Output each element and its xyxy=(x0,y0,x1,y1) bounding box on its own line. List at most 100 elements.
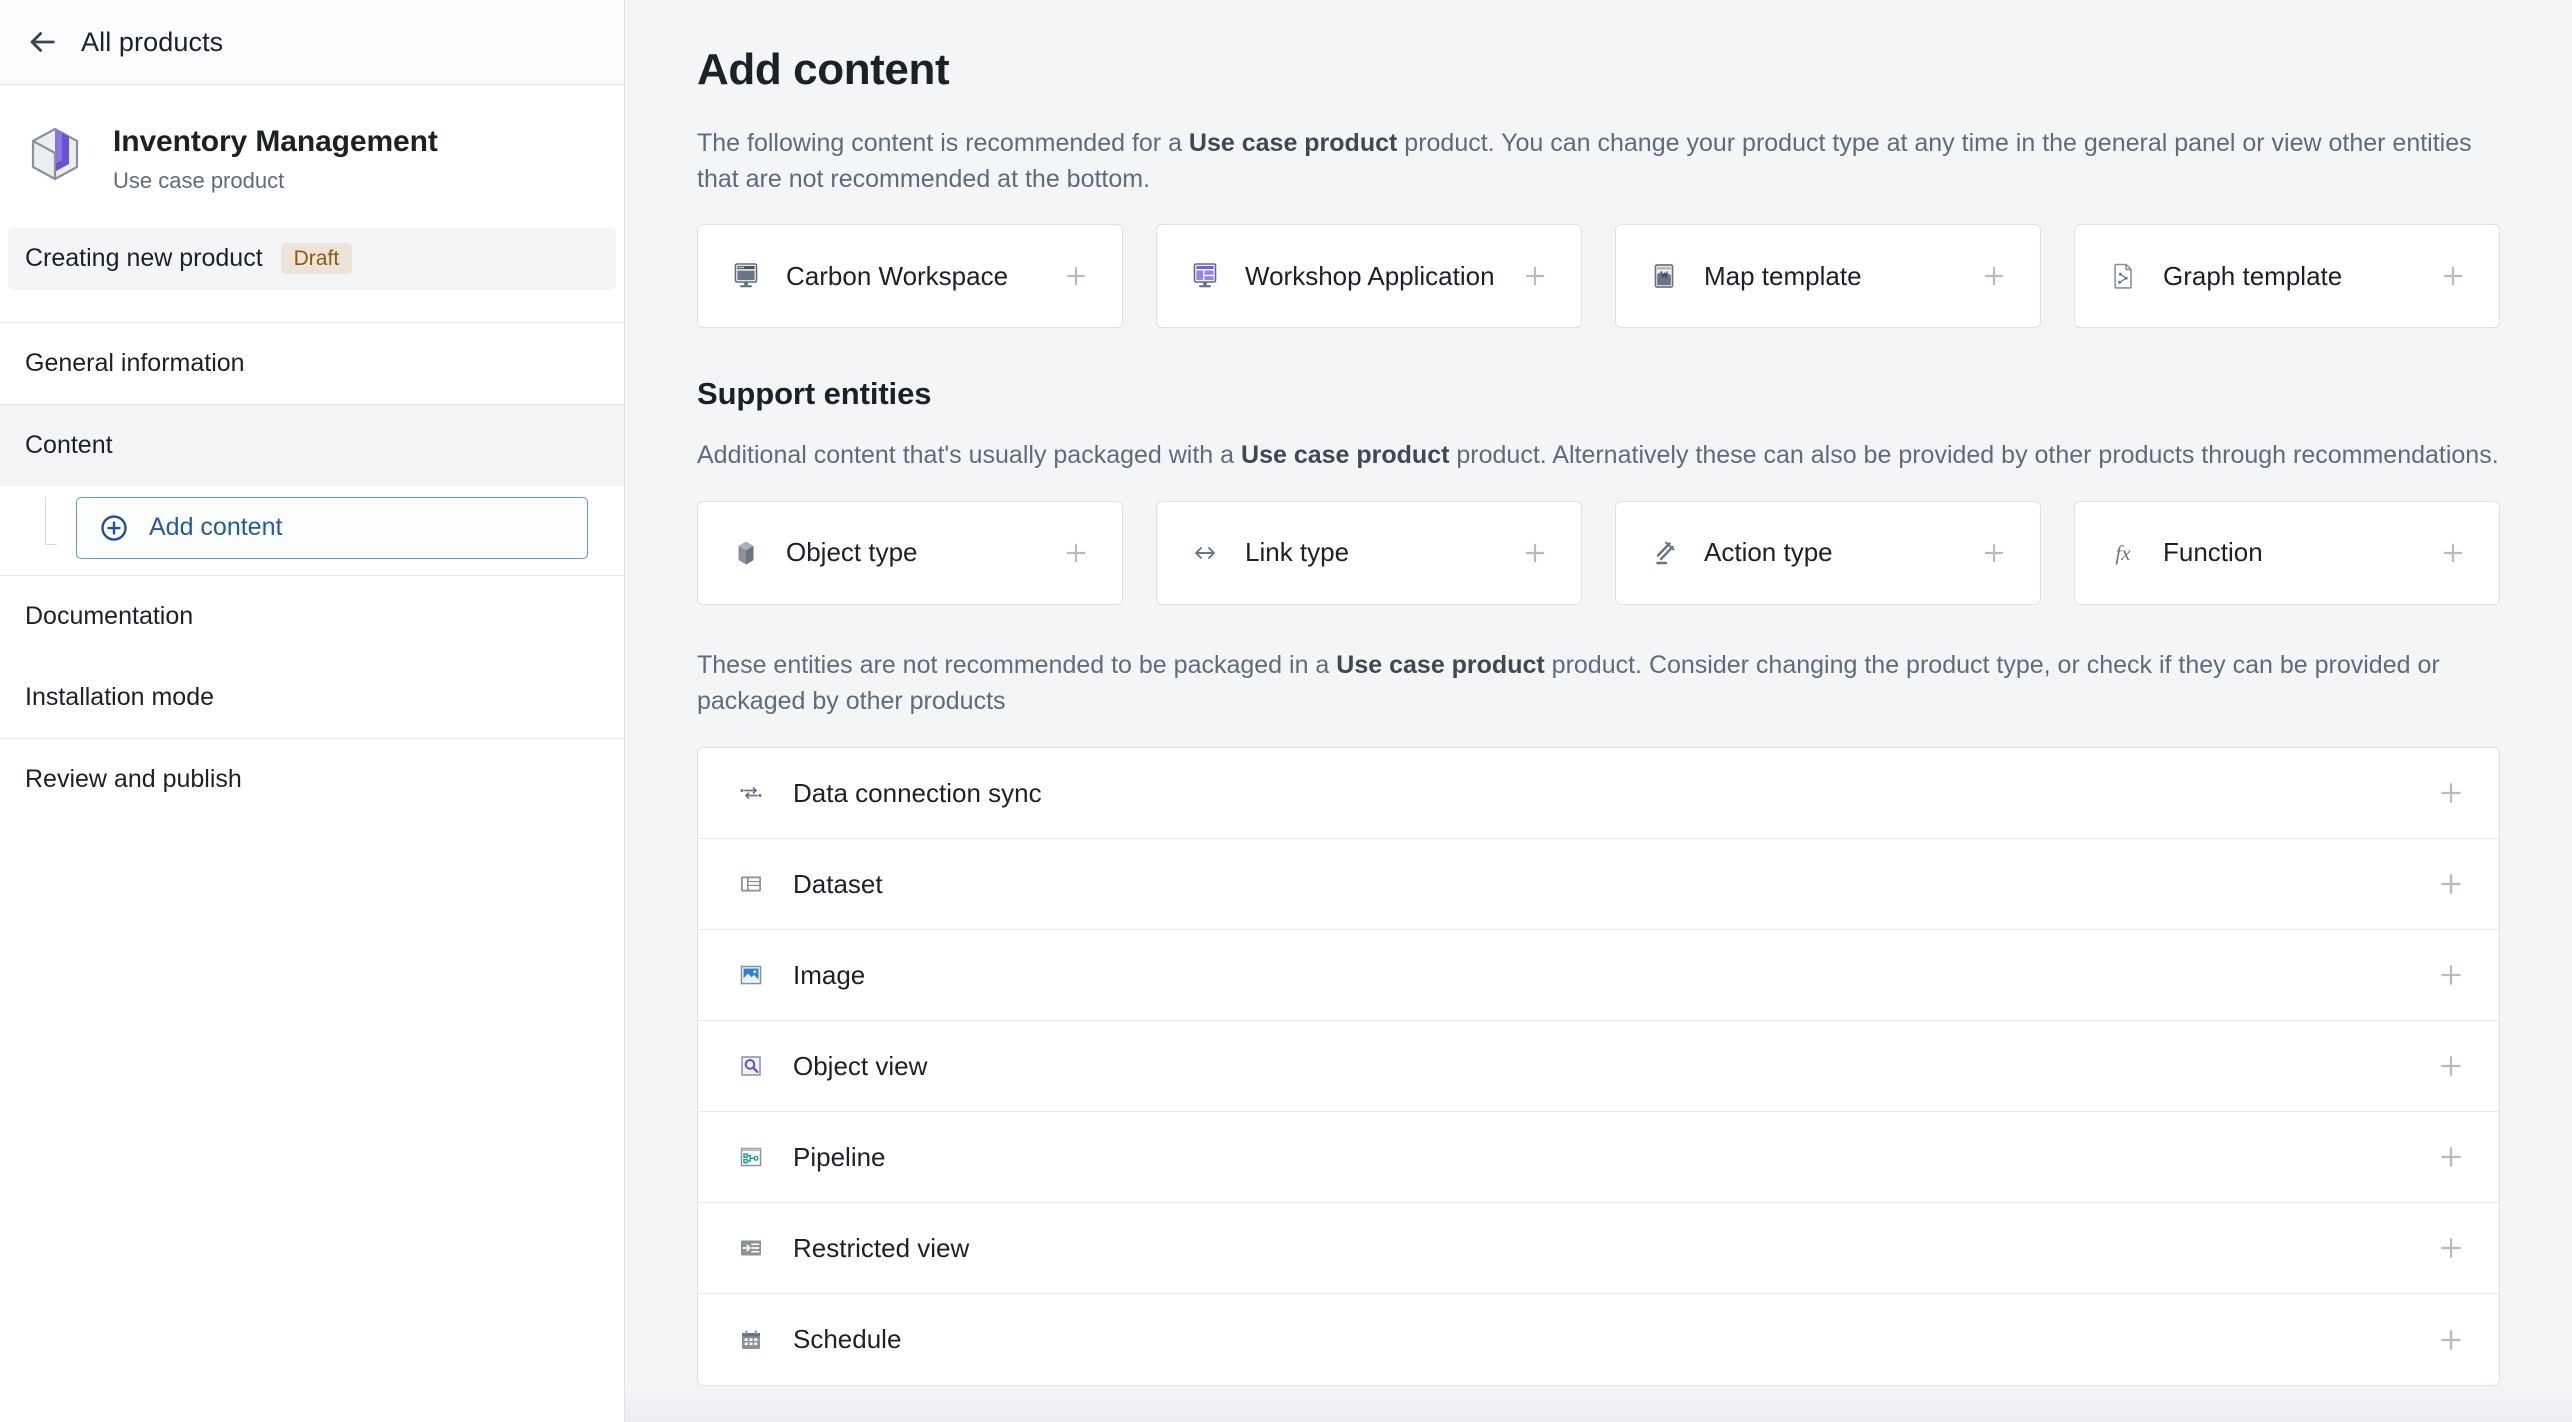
sidebar-item-label: Content xyxy=(25,430,113,459)
object-type-icon xyxy=(729,536,763,570)
svg-text:fx: fx xyxy=(2115,541,2131,565)
add-content-label: Add content xyxy=(149,513,283,541)
sidebar-item-review-and-publish[interactable]: Review and publish xyxy=(0,739,624,820)
product-header: Inventory Management Use case product xyxy=(0,85,624,228)
plus-icon[interactable] xyxy=(2436,536,2470,570)
card-workshop-application[interactable]: Workshop Application xyxy=(1156,224,1582,329)
sidebar-item-label: General information xyxy=(25,348,245,377)
map-template-icon xyxy=(1647,259,1681,293)
support-entities-description: Additional content that's usually packag… xyxy=(697,438,2500,474)
plus-icon[interactable] xyxy=(1518,259,1552,293)
note-before: These entities are not recommended to be… xyxy=(697,650,1337,679)
list-item-label: Dataset xyxy=(793,868,883,899)
intro-paragraph: The following content is recommended for… xyxy=(697,126,2500,197)
card-graph-template[interactable]: Graph template xyxy=(2074,224,2500,329)
sidebar: All products Inventory Management Use ca… xyxy=(0,0,625,1422)
card-carbon-workspace[interactable]: Carbon Workspace xyxy=(697,224,1123,329)
plus-icon[interactable] xyxy=(1059,536,1093,570)
status-badge: Draft xyxy=(280,243,353,274)
product-meta: Inventory Management Use case product xyxy=(113,121,438,194)
intro-before: The following content is recommended for… xyxy=(697,129,1189,158)
list-item-restricted-view[interactable]: Restricted view xyxy=(698,1203,2499,1295)
object-view-icon xyxy=(735,1050,767,1082)
support-desc-before: Additional content that's usually packag… xyxy=(697,441,1242,470)
plus-icon[interactable] xyxy=(2434,1140,2468,1174)
support-desc-after: product. Alternatively these can also be… xyxy=(1449,441,2499,470)
plus-icon[interactable] xyxy=(1977,259,2011,293)
intro-product-type: Use case product xyxy=(1188,129,1398,158)
page-title: Add content xyxy=(697,45,950,94)
product-title: Inventory Management xyxy=(113,125,438,158)
sidebar-item-label: Documentation xyxy=(25,601,194,630)
plus-icon[interactable] xyxy=(2434,1323,2468,1357)
sidebar-item-documentation[interactable]: Documentation xyxy=(0,576,624,657)
support-entities-row: Object type Link type Action type fx Fun… xyxy=(697,500,2500,605)
support-entities-title: Support entities xyxy=(697,376,932,412)
card-label: Workshop Application xyxy=(1245,260,1495,291)
plus-icon[interactable] xyxy=(1518,536,1552,570)
workshop-application-icon xyxy=(1188,259,1222,293)
link-type-icon xyxy=(1188,536,1222,570)
list-item-dataset[interactable]: Dataset xyxy=(698,839,2499,931)
list-item-label: Data connection sync xyxy=(793,777,1042,808)
list-item-image[interactable]: Image xyxy=(698,930,2499,1022)
back-to-all-products[interactable]: All products xyxy=(0,0,624,85)
card-label: Carbon Workspace xyxy=(786,260,1009,291)
carbon-workspace-icon xyxy=(729,259,763,293)
card-function[interactable]: fx Function xyxy=(2074,500,2500,605)
sidebar-nav: General information Content Add content xyxy=(0,323,624,820)
card-object-type[interactable]: Object type xyxy=(697,500,1123,605)
data-connection-sync-icon xyxy=(735,777,767,809)
plus-icon[interactable] xyxy=(2436,259,2470,293)
list-item-data-connection-sync[interactable]: Data connection sync xyxy=(698,748,2499,840)
pipeline-icon xyxy=(735,1141,767,1173)
sidebar-item-installation-mode[interactable]: Installation mode xyxy=(0,657,624,738)
list-item-label: Schedule xyxy=(793,1324,902,1355)
dataset-icon xyxy=(735,868,767,900)
product-subtitle: Use case product xyxy=(113,167,285,193)
back-label: All products xyxy=(81,26,224,57)
plus-icon[interactable] xyxy=(1059,259,1093,293)
sidebar-item-content[interactable]: Content xyxy=(0,404,624,486)
list-item-object-view[interactable]: Object view xyxy=(698,1021,2499,1113)
note-product-type: Use case product xyxy=(1336,650,1545,679)
cube-product-icon xyxy=(25,124,85,184)
graph-template-icon xyxy=(2106,259,2140,293)
card-label: Object type xyxy=(786,537,918,568)
plus-icon[interactable] xyxy=(2434,867,2468,901)
plus-icon[interactable] xyxy=(2434,1049,2468,1083)
image-icon xyxy=(735,959,767,991)
list-item-pipeline[interactable]: Pipeline xyxy=(698,1112,2499,1204)
app-root: All products Inventory Management Use ca… xyxy=(0,0,2572,1422)
card-map-template[interactable]: Map template xyxy=(1615,224,2041,329)
sidebar-item-general-information[interactable]: General information xyxy=(0,323,624,404)
card-label: Graph template xyxy=(2163,260,2343,291)
card-label: Map template xyxy=(1704,260,1862,291)
add-content-button[interactable]: Add content xyxy=(76,496,588,559)
list-item-label: Pipeline xyxy=(793,1141,886,1172)
schedule-icon xyxy=(735,1324,767,1356)
main-content: Add content The following content is rec… xyxy=(625,0,2572,1422)
scroll-fade xyxy=(625,1382,2572,1422)
plus-icon[interactable] xyxy=(2434,958,2468,992)
card-label: Function xyxy=(2163,537,2263,568)
action-type-icon xyxy=(1647,536,1681,570)
list-item-schedule[interactable]: Schedule xyxy=(698,1294,2499,1385)
recommended-content-row: Carbon Workspace Workshop Application Ma… xyxy=(697,224,2500,329)
arrow-left-icon xyxy=(25,25,59,59)
sidebar-item-label: Installation mode xyxy=(25,682,215,711)
plus-icon[interactable] xyxy=(2434,1231,2468,1265)
content-subnav: Add content xyxy=(0,486,624,575)
plus-icon[interactable] xyxy=(1977,536,2011,570)
card-label: Link type xyxy=(1245,537,1350,568)
status-text: Creating new product xyxy=(25,244,263,272)
card-link-type[interactable]: Link type xyxy=(1156,500,1582,605)
list-item-label: Image xyxy=(793,959,866,990)
card-action-type[interactable]: Action type xyxy=(1615,500,2041,605)
function-icon: fx xyxy=(2106,536,2140,570)
restricted-view-icon xyxy=(735,1232,767,1264)
list-item-label: Object view xyxy=(793,1050,928,1081)
sidebar-item-label: Review and publish xyxy=(25,764,242,793)
card-label: Action type xyxy=(1704,537,1833,568)
plus-icon[interactable] xyxy=(2434,776,2468,810)
